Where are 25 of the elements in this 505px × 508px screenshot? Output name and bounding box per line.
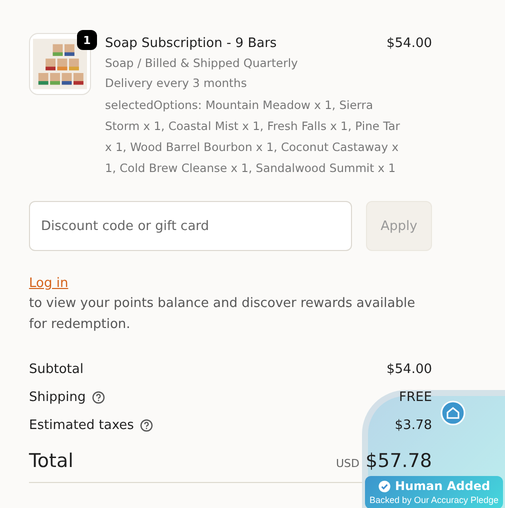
currency-code: USD [336, 457, 360, 470]
summary-value: $3.78 [394, 418, 432, 432]
product-detail: Delivery every 3 months [105, 75, 248, 92]
check-icon [378, 480, 391, 492]
discount-field[interactable]: Discount code or gift card [29, 201, 352, 251]
summary-label: Shipping [29, 390, 86, 404]
help-icon[interactable] [92, 390, 105, 404]
summary-label: Estimated taxes [29, 418, 134, 432]
total-label: Total [29, 450, 74, 472]
summary-value: FREE [399, 390, 432, 404]
quantity-badge: 1 [77, 30, 97, 50]
summary-value: $54.00 [386, 362, 432, 376]
summary-label: Subtotal [29, 362, 84, 376]
product-title: Soap Subscription - 9 Bars [105, 35, 277, 53]
product-detail: Soap / Billed & Shipped Quarterly [105, 55, 299, 72]
apply-button[interactable]: Apply [366, 201, 432, 251]
widget-subtitle: Backed by Our Accuracy Pledge [369, 494, 499, 506]
login-link[interactable]: Log in [29, 275, 68, 293]
selected-options: selectedOptions: Mountain Meadow x 1, Sierra Storm x 1, Coastal Mist x 1, Fresh Falls x 1, Pine Tar x 1, Wood Barrel Bourbon x 1, Coconut Castaway x 1, Cold Brew Cleanse x 1, Sandalwood Summit x 1 [105, 95, 432, 179]
widget-title: Human Added [394, 479, 490, 493]
help-icon[interactable] [140, 418, 153, 432]
total-value: $57.78 [366, 450, 432, 472]
product-price: $54.00 [386, 35, 432, 53]
home-icon [440, 400, 466, 426]
login-message: to view your points balance and discover rewards available for redemption. [29, 295, 416, 334]
